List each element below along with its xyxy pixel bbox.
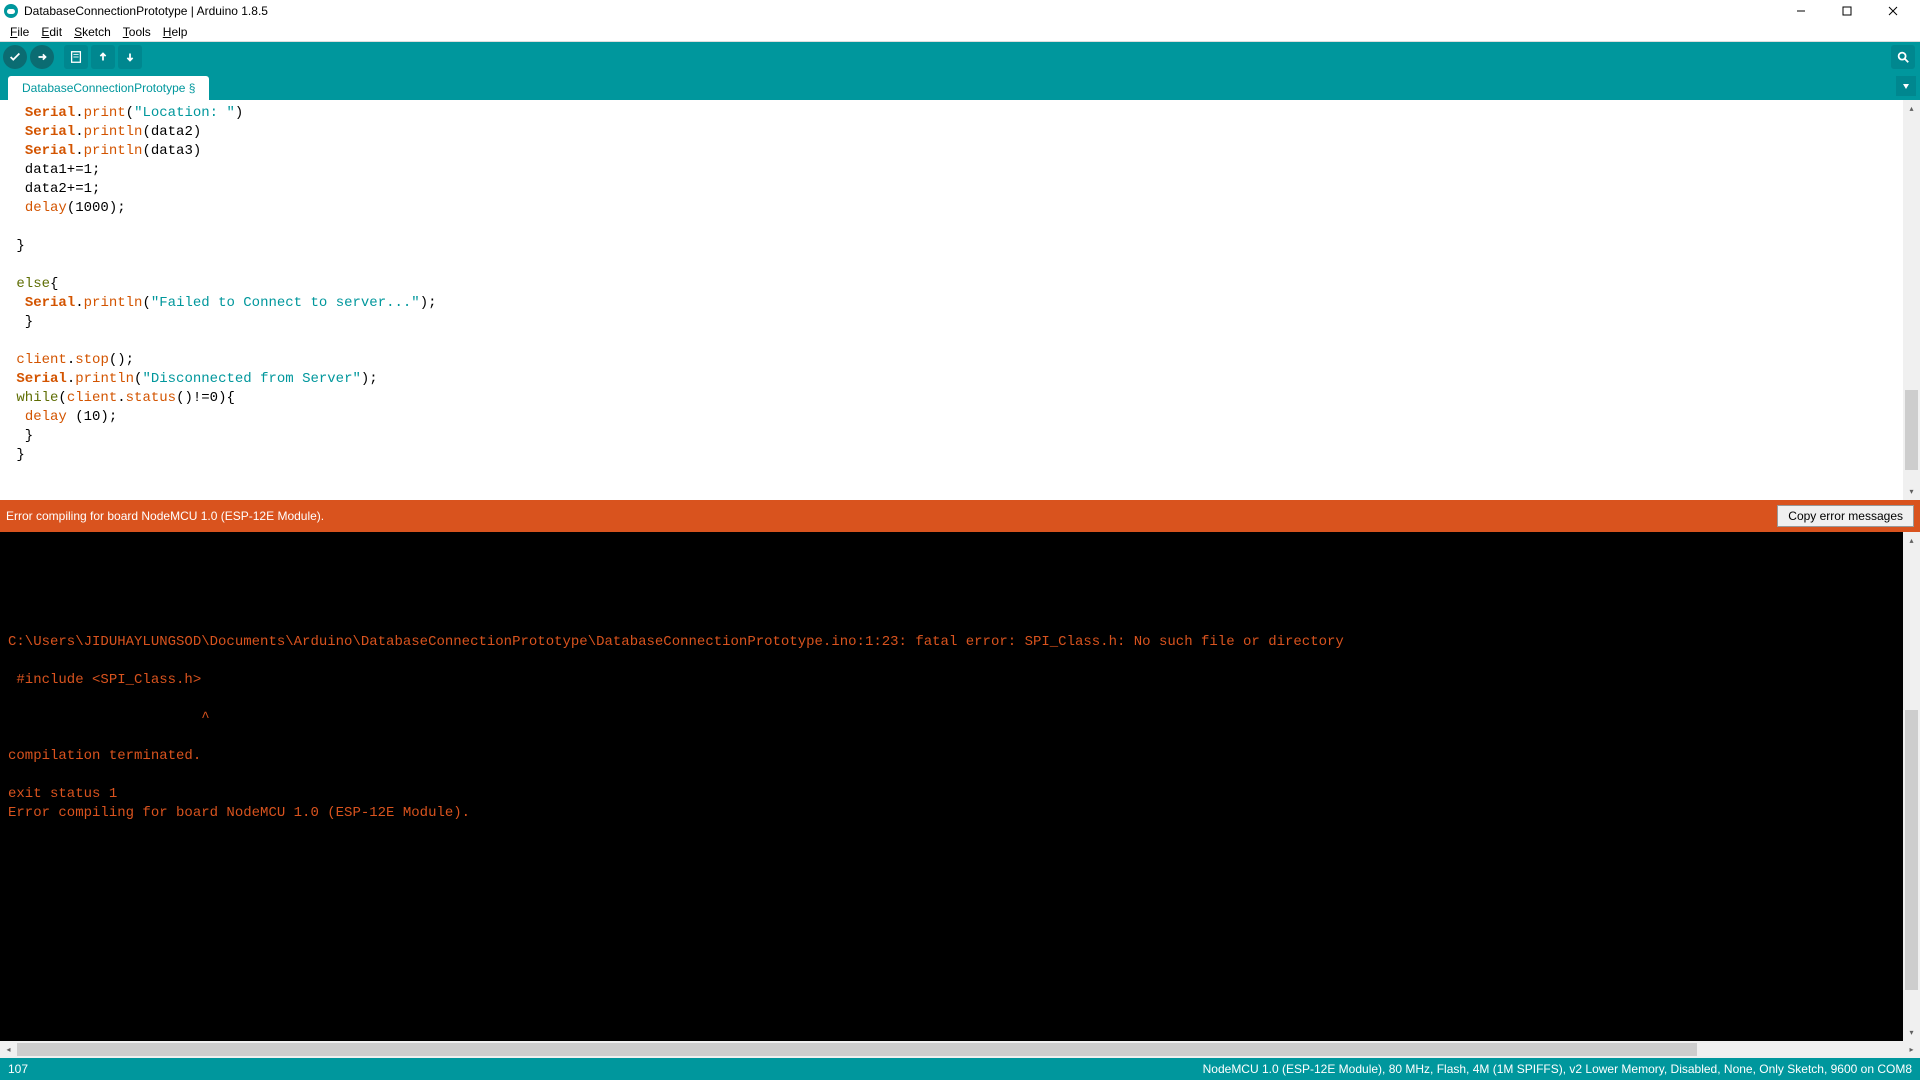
footer-status-bar: 107 NodeMCU 1.0 (ESP-12E Module), 80 MHz… [0,1058,1920,1080]
title-bar: DatabaseConnectionPrototype | Arduino 1.… [0,0,1920,22]
open-sketch-button[interactable] [91,45,115,69]
scroll-up-arrow[interactable]: ▴ [1903,100,1920,117]
minimize-button[interactable] [1778,0,1824,22]
serial-monitor-button[interactable] [1891,45,1915,69]
editor-vertical-scrollbar[interactable]: ▴ ▾ [1903,100,1920,500]
editor-scroll-thumb[interactable] [1905,390,1918,470]
compile-status-message: Error compiling for board NodeMCU 1.0 (E… [6,509,1777,523]
window-title: DatabaseConnectionPrototype | Arduino 1.… [24,4,268,18]
menu-help-rest: elp [171,25,187,39]
console-scroll-right-arrow[interactable]: ▸ [1903,1041,1920,1058]
menu-file[interactable]: File [4,23,35,41]
new-sketch-button[interactable] [64,45,88,69]
console-scroll-up-arrow[interactable]: ▴ [1903,532,1920,549]
tab-bar: DatabaseConnectionPrototype § [0,72,1920,100]
menu-bar: File Edit Sketch Tools Help [0,22,1920,42]
menu-sketch[interactable]: Sketch [68,23,117,41]
copy-error-button[interactable]: Copy error messages [1777,505,1914,527]
toolbar [0,42,1920,72]
menu-edit[interactable]: Edit [35,23,68,41]
console-scroll-thumb-h[interactable] [17,1043,1697,1056]
console-horizontal-scrollbar[interactable]: ◂ ▸ [0,1041,1920,1058]
menu-tools-rest: ools [129,25,151,39]
board-info: NodeMCU 1.0 (ESP-12E Module), 80 MHz, Fl… [1203,1062,1912,1076]
maximize-button[interactable] [1824,0,1870,22]
output-console[interactable]: C:\Users\JIDUHAYLUNGSOD\Documents\Arduin… [0,532,1920,1041]
menu-edit-rest: dit [49,25,62,39]
compile-status-bar: Error compiling for board NodeMCU 1.0 (E… [0,500,1920,532]
sketch-tab[interactable]: DatabaseConnectionPrototype § [8,76,209,100]
menu-tools[interactable]: Tools [117,23,157,41]
console-scroll-left-arrow[interactable]: ◂ [0,1041,17,1058]
console-scroll-down-arrow[interactable]: ▾ [1903,1024,1920,1041]
menu-sketch-rest: ketch [82,25,111,39]
line-number-indicator: 107 [8,1062,1203,1076]
code-editor[interactable]: Serial.print("Location: ") Serial.printl… [0,100,1920,500]
menu-help[interactable]: Help [157,23,194,41]
arduino-app-icon [4,4,18,18]
close-button[interactable] [1870,0,1916,22]
verify-button[interactable] [3,45,27,69]
scroll-down-arrow[interactable]: ▾ [1903,483,1920,500]
menu-file-rest: ile [17,25,29,39]
console-scroll-thumb-v[interactable] [1905,710,1918,990]
window-controls [1778,0,1916,22]
save-sketch-button[interactable] [118,45,142,69]
console-vertical-scrollbar[interactable]: ▴ ▾ [1903,532,1920,1041]
tab-menu-button[interactable] [1896,76,1916,96]
upload-button[interactable] [30,45,54,69]
